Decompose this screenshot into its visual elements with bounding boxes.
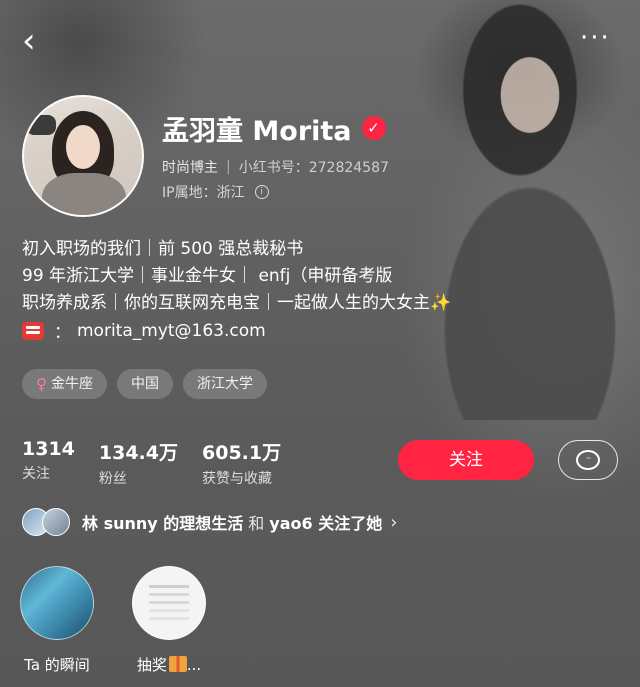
stat-label: 关注 [22, 466, 50, 482]
email-separator: ： [54, 323, 71, 343]
stat-label: 粉丝 [98, 471, 127, 487]
highlight-suffix: ... [186, 656, 202, 674]
email-row: ： morita_myt@163.com [22, 318, 266, 343]
mutual-avatar [42, 508, 70, 536]
message-button[interactable]: ··· [558, 440, 618, 480]
email-address: morita_myt@163.com [77, 320, 266, 341]
highlight-label: 抽奖 [136, 656, 167, 674]
tag-list: ♀ 金牛座 中国 浙江大学 [22, 369, 267, 399]
highlights: Ta 的瞬间 抽奖... [20, 566, 206, 675]
highlight-moments[interactable]: Ta 的瞬间 [20, 566, 94, 675]
profile-meta: 时尚博主 | 小红书号：272824587 [162, 157, 389, 177]
chevron-right-icon: › [390, 511, 398, 533]
mutual-avatars [22, 508, 74, 536]
more-options-icon[interactable]: ··· [580, 25, 616, 52]
mutual-connector: 和 [248, 514, 265, 533]
mutual-followers-row[interactable]: 林 sunny 的理想生活 和 yao6 关注了她 › [22, 508, 397, 536]
stat-number: 1314 [22, 438, 75, 460]
ip-location-row: IP属地：浙江 i [162, 182, 269, 202]
stat-number: 134.4万 [98, 442, 178, 464]
tag-label: 中国 [131, 376, 159, 392]
tag-label: 浙江大学 [197, 376, 253, 392]
stat-following[interactable]: 1314 关注 [22, 438, 75, 488]
follow-button[interactable]: 关注 [398, 440, 534, 480]
female-icon: ♀ [36, 375, 47, 393]
role-label: 时尚博主 [162, 160, 218, 176]
avatar[interactable] [22, 95, 144, 217]
tag-country[interactable]: 中国 [117, 369, 173, 399]
separator: | [226, 159, 231, 175]
gift-icon [168, 656, 187, 672]
stat-number: 605.1万 [202, 442, 282, 464]
highlight-cover [20, 566, 94, 640]
stats: 1314 关注 134.4万 粉丝 605.1万 获赞与收藏 [22, 438, 281, 488]
highlight-label-row: 抽奖... [137, 654, 201, 675]
highlight-label: Ta 的瞬间 [24, 656, 90, 674]
verified-icon: ✓ [361, 116, 386, 140]
avatar-detail [42, 173, 126, 215]
tag-label: 金牛座 [51, 376, 93, 392]
stat-likes-collects[interactable]: 605.1万 获赞与收藏 [202, 438, 281, 488]
highlight-cover [132, 566, 206, 640]
avatar-detail [66, 125, 100, 169]
tag-zodiac[interactable]: ♀ 金牛座 [22, 369, 107, 399]
mutual-name: 林 sunny 的理想生活 [82, 514, 244, 533]
mutual-tail: yao6 关注了她 [269, 514, 383, 533]
ip-location: IP属地：浙江 [162, 185, 245, 201]
stat-followers[interactable]: 134.4万 粉丝 [99, 438, 178, 488]
mail-icon [22, 321, 44, 340]
bio-line: 初入职场的我们｜前 500 强总裁秘书 [22, 239, 304, 259]
back-icon[interactable]: ‹ [22, 24, 52, 58]
info-icon[interactable]: i [254, 185, 269, 199]
highlight-lottery[interactable]: 抽奖... [132, 566, 206, 675]
top-bar: ‹ ··· [0, 0, 640, 80]
chat-bubble-icon: ··· [576, 450, 600, 470]
avatar-detail [26, 115, 56, 135]
profile-name: 孟羽童 Morita [162, 115, 352, 147]
bio-line: 99 年浙江大学｜事业金牛女｜ enfj（申研备考版 [22, 266, 393, 286]
stat-label: 获赞与收藏 [202, 471, 272, 487]
tag-school[interactable]: 浙江大学 [183, 369, 267, 399]
bio: 初入职场的我们｜前 500 强总裁秘书 99 年浙江大学｜事业金牛女｜ enfj… [22, 236, 451, 317]
name-row: 孟羽童 Morita ✓ [162, 108, 386, 148]
user-id: 小红书号：272824587 [238, 160, 389, 176]
bio-line: 职场养成系｜你的互联网充电宝｜一起做人生的大女主✨ [22, 293, 452, 313]
